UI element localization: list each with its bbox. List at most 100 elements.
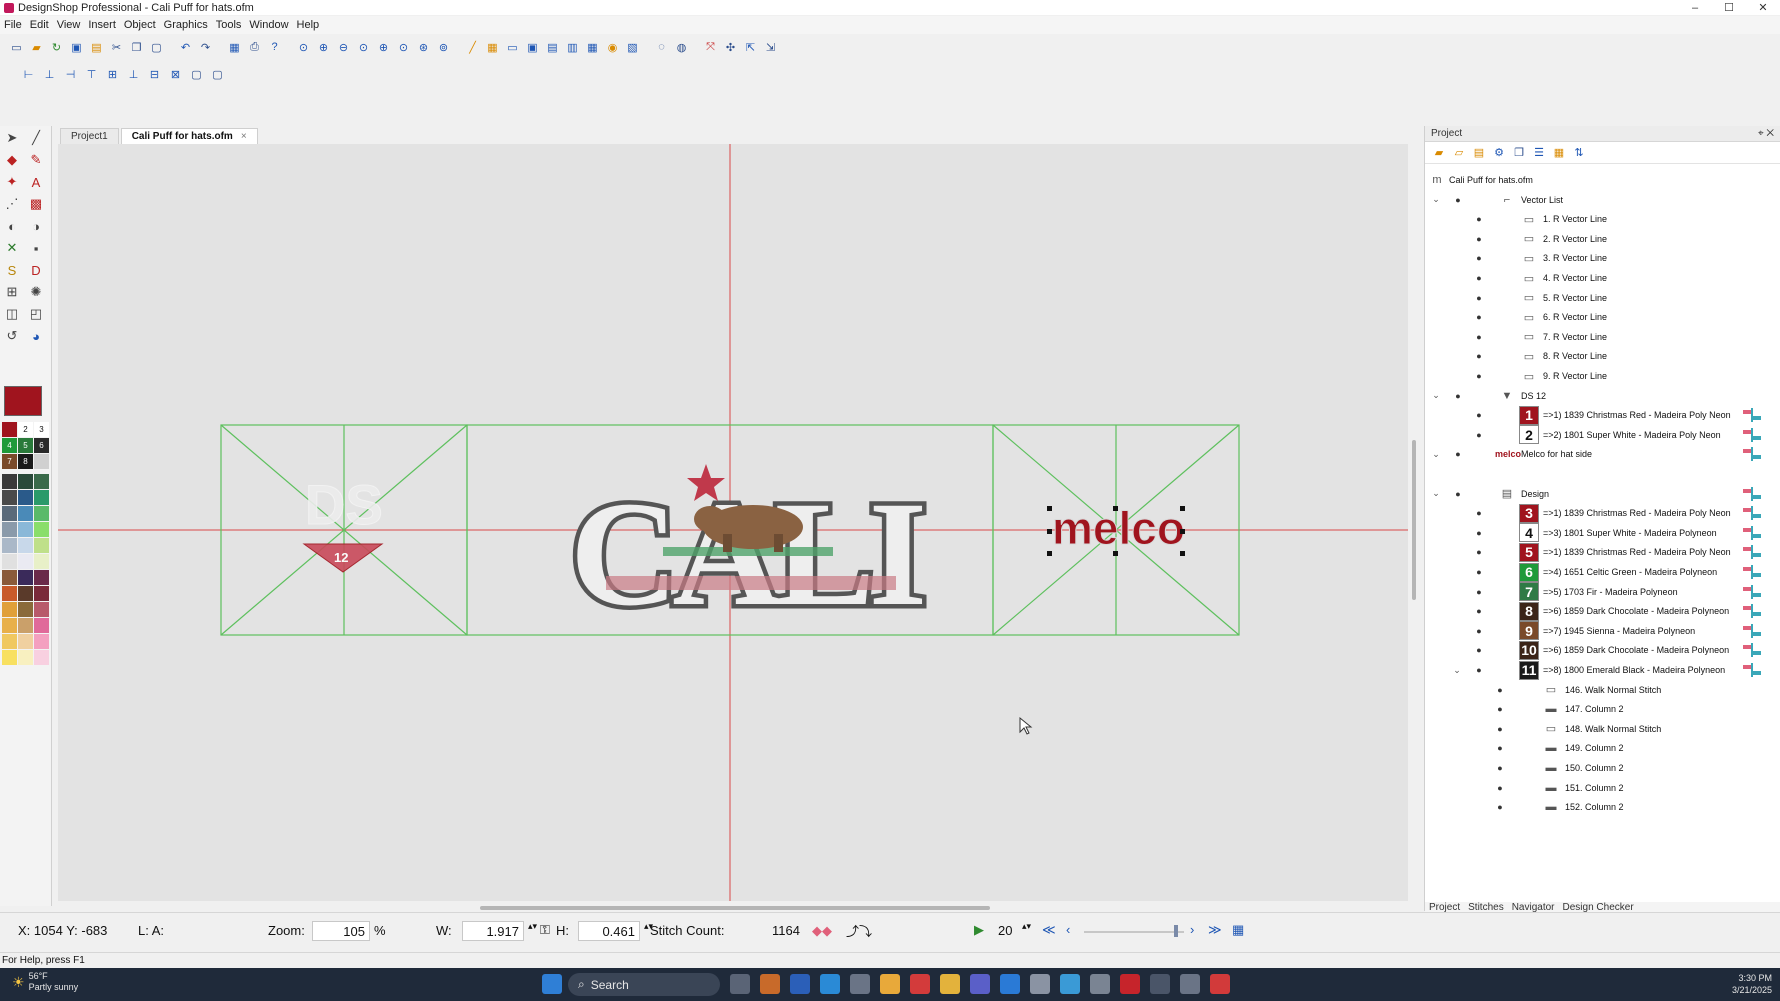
expand-toggle-icon[interactable]: ⌄ (1431, 390, 1441, 401)
zoom-input[interactable]: 105 (312, 921, 370, 941)
end-icon[interactable]: ▦ (1232, 922, 1244, 938)
expand-toggle-icon[interactable]: ⌄ (1431, 449, 1441, 460)
sequence-flag-icon[interactable] (1743, 623, 1765, 639)
options-icon[interactable]: ⇲ (762, 39, 779, 56)
visibility-eye-icon[interactable]: ● (1474, 234, 1484, 244)
step-back-fast-icon[interactable]: ≪ (1042, 922, 1056, 938)
redo-icon[interactable]: ↷ (197, 39, 214, 56)
view-stitches-icon[interactable]: ▣ (524, 39, 541, 56)
open-recent-icon[interactable]: ↻ (48, 39, 65, 56)
sequence-flag-icon[interactable] (1743, 642, 1765, 658)
magic-icon[interactable]: ✺ (26, 282, 46, 302)
tree-melco[interactable]: ⌄ ● Melco for hat side melco (1425, 444, 1780, 464)
sequence-flag-icon[interactable] (1743, 486, 1765, 502)
sequence-flag-icon[interactable] (1743, 564, 1765, 580)
select-arrow-icon[interactable]: ➤ (2, 128, 22, 148)
step-back-icon[interactable]: ‹ (1066, 922, 1070, 937)
distribute-vertical-icon[interactable]: ⊠ (167, 66, 184, 83)
visibility-eye-icon[interactable]: ● (1495, 685, 1505, 695)
color-swatch[interactable] (34, 522, 49, 537)
zoom-in-icon[interactable]: ⊕ (315, 39, 332, 56)
visibility-eye-icon[interactable]: ● (1474, 508, 1484, 518)
eraser-icon[interactable]: ◆ (2, 150, 22, 170)
menu-graphics[interactable]: Graphics (160, 19, 212, 31)
tab-project1[interactable]: Project1 (60, 128, 119, 144)
distribute-horizontal-icon[interactable]: ⊟ (146, 66, 163, 83)
lettering-icon[interactable]: ◰ (26, 304, 46, 324)
copilot-icon[interactable] (760, 974, 780, 994)
node-edit-icon[interactable]: ✦ (2, 172, 22, 192)
color-swatch[interactable]: 2 (18, 422, 33, 437)
weather-widget[interactable]: ☀ 56°F Partly sunny (12, 971, 78, 993)
visibility-eye-icon[interactable]: ● (1453, 489, 1463, 499)
taskbar-search[interactable]: ⌕ Search (568, 973, 720, 996)
line-tool-icon[interactable]: ╱ (26, 128, 46, 148)
tree-ds12[interactable]: ⌄ ● ▼ DS 12 (1425, 386, 1780, 406)
color-swatch[interactable] (18, 570, 33, 585)
color-swatch[interactable] (34, 490, 49, 505)
store-icon[interactable] (850, 974, 870, 994)
tree-thread-item[interactable]: ● 3 =>1) 1839 Christmas Red - Madeira Poly… (1425, 503, 1780, 523)
playback-slider-handle[interactable] (1174, 925, 1178, 937)
color-swatch[interactable] (2, 490, 17, 505)
copy-icon[interactable]: ❐ (128, 39, 145, 56)
color-swatch[interactable] (34, 554, 49, 569)
mail-icon[interactable] (1060, 974, 1080, 994)
tree-thread-item[interactable]: ● 5 =>1) 1839 Christmas Red - Madeira Poly… (1425, 542, 1780, 562)
color-swatch[interactable] (2, 650, 17, 665)
color-swatch[interactable]: 8 (18, 454, 33, 469)
tree-stitch-item[interactable]: ● ▭ 146. Walk Normal Stitch (1425, 680, 1780, 700)
simulate-icon[interactable]: ◌ (653, 39, 670, 56)
new-file-icon[interactable]: ▭ (8, 39, 25, 56)
sequence-flag-icon[interactable] (1743, 446, 1765, 462)
visibility-eye-icon[interactable]: ● (1474, 626, 1484, 636)
color-swatch[interactable] (18, 554, 33, 569)
height-input[interactable]: 0.461 (578, 921, 640, 941)
view-puff-icon[interactable]: ◉ (604, 39, 621, 56)
active-color-swatch[interactable] (4, 386, 42, 416)
color-swatch[interactable] (34, 602, 49, 617)
new-folder-icon[interactable]: ▱ (1451, 145, 1467, 161)
horizontal-scrollbar[interactable] (480, 906, 990, 910)
visibility-eye-icon[interactable]: ● (1495, 763, 1505, 773)
color-swatch[interactable] (34, 570, 49, 585)
visibility-eye-icon[interactable]: ● (1474, 214, 1484, 224)
needle-icons[interactable]: ⤴⤵ (846, 921, 872, 940)
save-all-icon[interactable]: ▤ (88, 39, 105, 56)
visibility-eye-icon[interactable]: ● (1474, 645, 1484, 655)
tree-stitch-item[interactable]: ● ▭ 148. Walk Normal Stitch (1425, 719, 1780, 739)
text-tool-icon[interactable]: A (26, 172, 46, 192)
sequence-flag-icon[interactable] (1743, 584, 1765, 600)
tree-stitch-item[interactable]: ● ▬ 150. Column 2 (1425, 758, 1780, 778)
tree-stitch-item[interactable]: ● ▬ 152. Column 2 (1425, 797, 1780, 817)
tree-thread-item[interactable]: ● 9 =>7) 1945 Sienna - Madeira Polyneon (1425, 621, 1780, 641)
tree-vector-line[interactable]: ● ▭ 9. R Vector Line (1425, 366, 1780, 386)
menu-help[interactable]: Help (293, 19, 324, 31)
design-canvas[interactable]: DS 12 CALI melco (58, 144, 1408, 901)
designshop-icon[interactable] (1150, 974, 1170, 994)
color-swatch[interactable] (18, 602, 33, 617)
menu-window[interactable]: Window (245, 19, 292, 31)
visibility-eye-icon[interactable]: ● (1474, 528, 1484, 538)
color-swatch[interactable] (18, 634, 33, 649)
color-swatch[interactable] (18, 538, 33, 553)
visibility-eye-icon[interactable]: ● (1474, 606, 1484, 616)
visibility-eye-icon[interactable]: ● (1474, 430, 1484, 440)
tree-thread-item[interactable]: ● 10 =>6) 1859 Dark Chocolate - Madeira Po… (1425, 640, 1780, 660)
tree-vector-line[interactable]: ● ▭ 3. R Vector Line (1425, 248, 1780, 268)
color-swatch[interactable] (2, 586, 17, 601)
sequence-flag-icon[interactable] (1743, 525, 1765, 541)
zoom-real-icon[interactable]: ⊚ (435, 39, 452, 56)
cut-icon[interactable]: ✂ (108, 39, 125, 56)
sequence-flag-icon[interactable] (1743, 427, 1765, 443)
view-artwork-icon[interactable]: ▦ (584, 39, 601, 56)
tree-thread-item[interactable]: ⌄ ● 11 =>8) 1800 Emerald Black - Madeira Po… (1425, 660, 1780, 680)
diamond-icon[interactable]: ◆◆ (812, 923, 832, 939)
zoom-all-icon[interactable]: ⊕ (375, 39, 392, 56)
teams-icon[interactable] (970, 974, 990, 994)
print-preview-icon[interactable]: ▦ (226, 39, 243, 56)
sequence-flag-icon[interactable] (1743, 662, 1765, 678)
color-swatch[interactable] (2, 474, 17, 489)
tree-root[interactable]: m Cali Puff for hats.ofm (1425, 170, 1780, 190)
color-swatch[interactable] (34, 586, 49, 601)
